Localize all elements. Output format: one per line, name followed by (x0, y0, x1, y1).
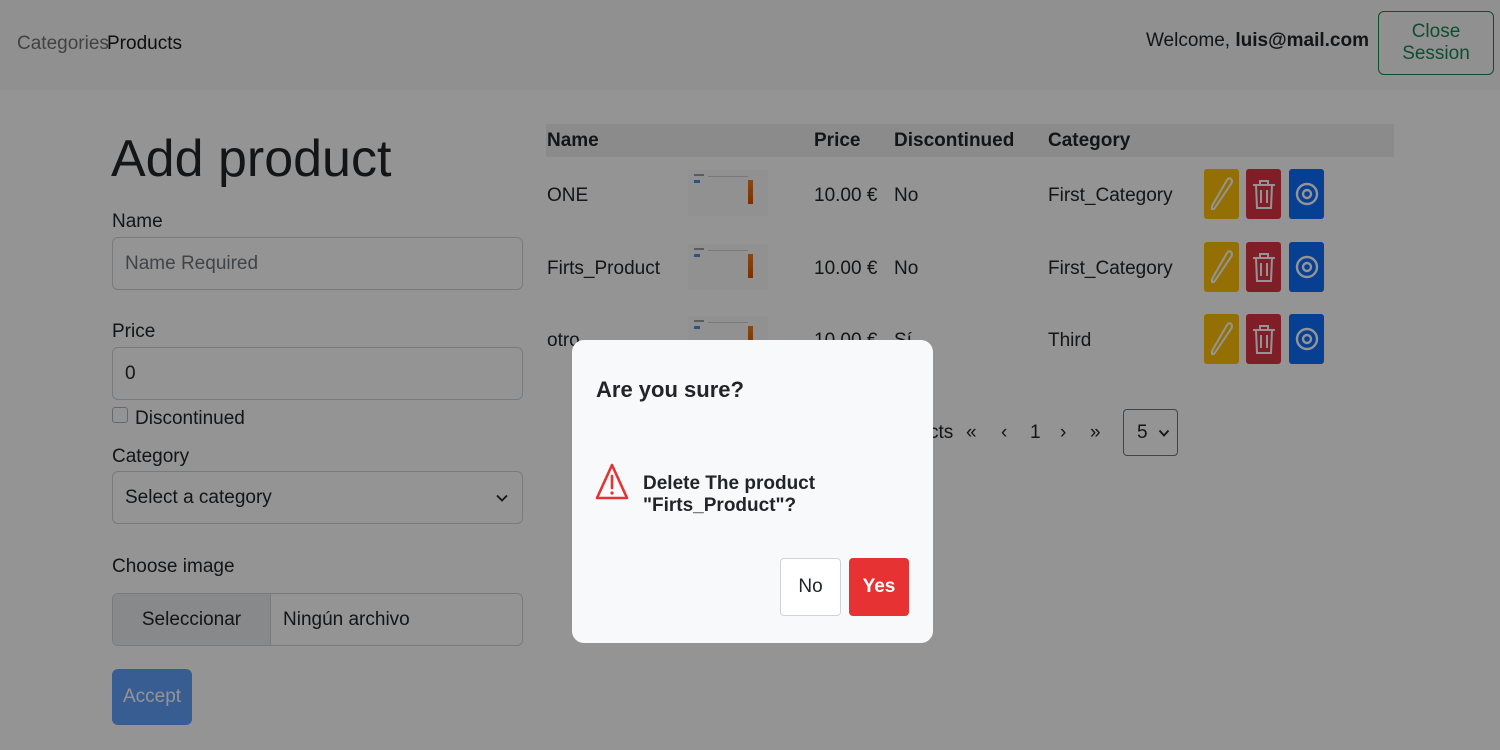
warning-triangle-icon (595, 463, 629, 500)
confirm-delete-button[interactable]: Yes (849, 558, 909, 616)
cancel-button[interactable]: No (780, 558, 841, 616)
confirm-dialog: Are you sure? Delete The product "Firts_… (572, 340, 933, 643)
dialog-message: Delete The product "Firts_Product"? (643, 473, 816, 516)
dialog-title: Are you sure? (596, 377, 744, 402)
